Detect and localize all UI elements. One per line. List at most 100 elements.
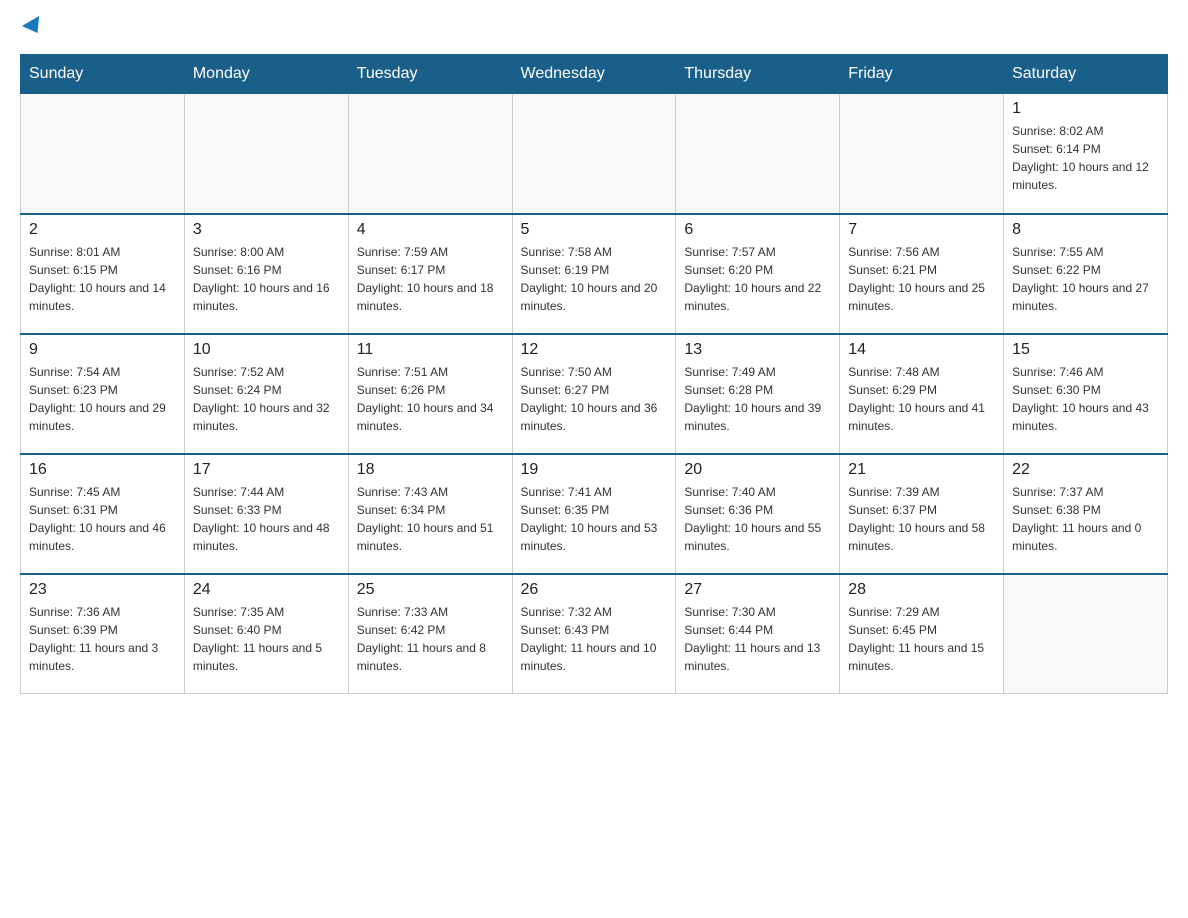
daylight-text: Daylight: 10 hours and 29 minutes. <box>29 401 166 433</box>
calendar-cell <box>512 94 676 214</box>
daylight-text: Daylight: 11 hours and 15 minutes. <box>848 641 984 673</box>
day-number: 17 <box>193 461 340 479</box>
sunrise-text: Sunrise: 8:00 AM <box>193 245 284 259</box>
day-info: Sunrise: 7:36 AMSunset: 6:39 PMDaylight:… <box>29 603 176 675</box>
weekday-header-saturday: Saturday <box>1004 55 1168 94</box>
sunset-text: Sunset: 6:26 PM <box>357 383 446 397</box>
daylight-text: Daylight: 10 hours and 53 minutes. <box>521 521 658 553</box>
logo <box>20 20 44 34</box>
sunset-text: Sunset: 6:44 PM <box>684 623 773 637</box>
sunrise-text: Sunrise: 7:54 AM <box>29 365 120 379</box>
daylight-text: Daylight: 11 hours and 10 minutes. <box>521 641 657 673</box>
day-info: Sunrise: 7:44 AMSunset: 6:33 PMDaylight:… <box>193 483 340 555</box>
daylight-text: Daylight: 11 hours and 5 minutes. <box>193 641 322 673</box>
sunrise-text: Sunrise: 7:49 AM <box>684 365 775 379</box>
day-number: 5 <box>521 221 668 239</box>
logo-triangle-icon <box>22 16 46 38</box>
day-info: Sunrise: 7:29 AMSunset: 6:45 PMDaylight:… <box>848 603 995 675</box>
calendar-cell <box>348 94 512 214</box>
sunset-text: Sunset: 6:20 PM <box>684 263 773 277</box>
daylight-text: Daylight: 10 hours and 46 minutes. <box>29 521 166 553</box>
calendar-cell: 10Sunrise: 7:52 AMSunset: 6:24 PMDayligh… <box>184 334 348 454</box>
sunrise-text: Sunrise: 7:40 AM <box>684 485 775 499</box>
calendar-cell: 1Sunrise: 8:02 AMSunset: 6:14 PMDaylight… <box>1004 94 1168 214</box>
sunset-text: Sunset: 6:19 PM <box>521 263 610 277</box>
day-info: Sunrise: 7:30 AM Sunset: 6:44 PM Daylight:… <box>684 603 831 675</box>
sunset-text: Sunset: 6:42 PM <box>357 623 446 637</box>
sunset-text: Sunset: 6:27 PM <box>521 383 610 397</box>
day-info: Sunrise: 7:58 AMSunset: 6:19 PMDaylight:… <box>521 243 668 315</box>
sunset-text: Sunset: 6:28 PM <box>684 383 773 397</box>
day-number: 6 <box>684 221 831 239</box>
weekday-header-tuesday: Tuesday <box>348 55 512 94</box>
calendar-cell: 28Sunrise: 7:29 AMSunset: 6:45 PMDayligh… <box>840 574 1004 694</box>
day-info: Sunrise: 7:49 AMSunset: 6:28 PMDaylight:… <box>684 363 831 435</box>
calendar-cell: 13Sunrise: 7:49 AMSunset: 6:28 PMDayligh… <box>676 334 840 454</box>
weekday-header-wednesday: Wednesday <box>512 55 676 94</box>
daylight-text: Daylight: 11 hours and 8 minutes. <box>357 641 486 673</box>
day-number: 8 <box>1012 221 1159 239</box>
day-info: Sunrise: 7:56 AM Sunset: 6:21 PM Daylight:… <box>848 243 995 315</box>
day-info: Sunrise: 7:51 AM Sunset: 6:26 PM Daylight:… <box>357 363 504 435</box>
page-header <box>20 20 1168 34</box>
week-row-4: 16Sunrise: 7:45 AMSunset: 6:31 PMDayligh… <box>21 454 1168 574</box>
sunrise-text: Sunrise: 7:56 AM <box>848 245 939 259</box>
day-number: 19 <box>521 461 668 479</box>
day-info: Sunrise: 7:40 AMSunset: 6:36 PMDaylight:… <box>684 483 831 555</box>
day-info: Sunrise: 7:59 AMSunset: 6:17 PMDaylight:… <box>357 243 504 315</box>
day-info: Sunrise: 7:35 AM Sunset: 6:40 PM Daylight:… <box>193 603 340 675</box>
sunrise-text: Sunrise: 7:30 AM <box>684 605 775 619</box>
weekday-header-sunday: Sunday <box>21 55 185 94</box>
sunset-text: Sunset: 6:22 PM <box>1012 263 1101 277</box>
week-row-1: 1Sunrise: 8:02 AMSunset: 6:14 PMDaylight… <box>21 94 1168 214</box>
sunset-text: Sunset: 6:21 PM <box>848 263 937 277</box>
sunset-text: Sunset: 6:16 PM <box>193 263 282 277</box>
calendar-cell: 4Sunrise: 7:59 AMSunset: 6:17 PMDaylight… <box>348 214 512 334</box>
sunset-text: Sunset: 6:38 PM <box>1012 503 1101 517</box>
daylight-text: Daylight: 10 hours and 18 minutes. <box>357 281 494 313</box>
day-info: Sunrise: 7:48 AMSunset: 6:29 PMDaylight:… <box>848 363 995 435</box>
day-number: 12 <box>521 341 668 359</box>
logo-general-line <box>20 20 44 34</box>
sunrise-text: Sunrise: 7:41 AM <box>521 485 612 499</box>
sunset-text: Sunset: 6:40 PM <box>193 623 282 637</box>
calendar-cell: 9 Sunrise: 7:54 AMSunset: 6:23 PMDaylight… <box>21 334 185 454</box>
day-number: 9 <box>29 341 176 359</box>
day-info: Sunrise: 7:45 AMSunset: 6:31 PMDaylight:… <box>29 483 176 555</box>
sunrise-text: Sunrise: 7:35 AM <box>193 605 284 619</box>
sunrise-text: Sunrise: 7:57 AM <box>684 245 775 259</box>
day-number: 2 <box>29 221 176 239</box>
calendar-cell: 25Sunrise: 7:33 AMSunset: 6:42 PMDayligh… <box>348 574 512 694</box>
calendar-cell: 8Sunrise: 7:55 AMSunset: 6:22 PMDaylight… <box>1004 214 1168 334</box>
day-info: Sunrise: 7:39 AMSunset: 6:37 PMDaylight:… <box>848 483 995 555</box>
calendar-cell: 26Sunrise: 7:32 AMSunset: 6:43 PMDayligh… <box>512 574 676 694</box>
calendar-cell <box>184 94 348 214</box>
sunrise-text: Sunrise: 7:33 AM <box>357 605 448 619</box>
daylight-text: Daylight: 11 hours and 13 minutes. <box>684 641 820 673</box>
sunrise-text: Sunrise: 7:44 AM <box>193 485 284 499</box>
sunrise-text: Sunrise: 7:55 AM <box>1012 245 1103 259</box>
daylight-text: Daylight: 10 hours and 25 minutes. <box>848 281 985 313</box>
daylight-text: Daylight: 10 hours and 34 minutes. <box>357 401 494 433</box>
daylight-text: Daylight: 10 hours and 48 minutes. <box>193 521 330 553</box>
calendar-cell: 18Sunrise: 7:43 AMSunset: 6:34 PMDayligh… <box>348 454 512 574</box>
calendar-cell: 24Sunrise: 7:35 AMSunset: 6:40 PMDayligh… <box>184 574 348 694</box>
calendar-cell <box>21 94 185 214</box>
calendar-cell: 12 Sunrise: 7:50 AM Sunset: 6:27 PM Dayligh… <box>512 334 676 454</box>
day-info: Sunrise: 7:57 AMSunset: 6:20 PMDaylight:… <box>684 243 831 315</box>
day-number: 10 <box>193 341 340 359</box>
calendar-cell: 2Sunrise: 8:01 AMSunset: 6:15 PMDaylight… <box>21 214 185 334</box>
sunrise-text: Sunrise: 7:50 AM <box>521 365 612 379</box>
sunrise-text: Sunrise: 7:36 AM <box>29 605 120 619</box>
sunrise-text: Sunrise: 7:59 AM <box>357 245 448 259</box>
sunrise-text: Sunrise: 7:51 AM <box>357 365 448 379</box>
day-number: 1 <box>1012 100 1159 118</box>
sunset-text: Sunset: 6:36 PM <box>684 503 773 517</box>
day-info: Sunrise: 7:54 AMSunset: 6:23 PMDaylight:… <box>29 363 176 435</box>
day-number: 14 <box>848 341 995 359</box>
week-row-2: 2Sunrise: 8:01 AMSunset: 6:15 PMDaylight… <box>21 214 1168 334</box>
sunset-text: Sunset: 6:45 PM <box>848 623 937 637</box>
day-info: Sunrise: 7:46 AMSunset: 6:30 PMDaylight:… <box>1012 363 1159 435</box>
sunrise-text: Sunrise: 8:01 AM <box>29 245 120 259</box>
daylight-text: Daylight: 10 hours and 36 minutes. <box>521 401 658 433</box>
